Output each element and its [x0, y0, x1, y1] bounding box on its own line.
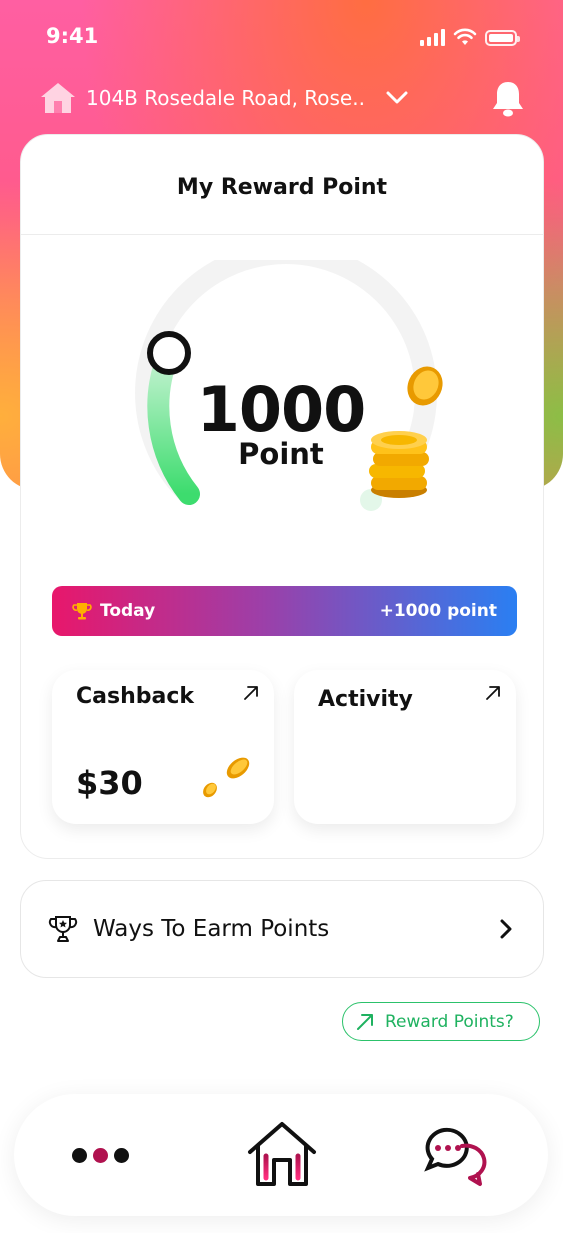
chat-icon[interactable] [422, 1124, 494, 1188]
reward-card: My Reward Point 1000 Point Today +1000 p… [20, 134, 544, 859]
ways-to-earn-row[interactable]: Ways To Earm Points [20, 880, 544, 978]
card-title: My Reward Point [176, 175, 388, 200]
trophy-icon [47, 913, 79, 945]
chevron-down-icon[interactable] [383, 84, 411, 112]
bell-icon[interactable] [488, 76, 528, 120]
status-icons [420, 28, 520, 46]
arrow-up-right-icon [357, 1013, 373, 1030]
points-unit: Point [238, 437, 324, 471]
coins-icon [203, 757, 250, 798]
activity-card[interactable]: Activity [294, 670, 516, 824]
cashback-title: Cashback [76, 684, 195, 709]
more-dots-icon[interactable] [72, 1142, 136, 1168]
points-value: 1000 [196, 373, 367, 446]
status-bar: 9:41 [0, 0, 563, 70]
home-icon [38, 80, 78, 116]
today-label: Today [100, 601, 156, 621]
activity-title: Activity [318, 687, 413, 712]
today-points-bar: Today +1000 point [52, 586, 517, 636]
home-nav-icon[interactable] [246, 1120, 318, 1190]
divider [21, 234, 543, 235]
address-bar[interactable]: 104B Rosedale Road, Rose.. [38, 72, 528, 124]
wifi-icon [453, 28, 477, 45]
trophy-icon [72, 600, 94, 622]
today-points-value: +1000 point [379, 601, 497, 621]
status-time: 9:41 [46, 24, 99, 48]
address-text: 104B Rosedale Road, Rose.. [86, 86, 365, 110]
coins-icon [369, 366, 443, 498]
arrow-up-right-icon [486, 686, 500, 700]
chevron-right-icon [495, 918, 517, 940]
battery-icon [485, 30, 520, 46]
cashback-amount: $30 [76, 764, 143, 802]
ways-to-earn-label: Ways To Earm Points [93, 916, 330, 942]
arrow-up-right-icon [244, 686, 258, 700]
cashback-card[interactable]: Cashback $30 [52, 670, 274, 824]
reward-points-info-label: Reward Points? [385, 1011, 514, 1032]
reward-points-info-button[interactable]: Reward Points? [342, 1002, 540, 1041]
bottom-navigation [14, 1094, 548, 1216]
cellular-signal-icon [420, 29, 445, 46]
